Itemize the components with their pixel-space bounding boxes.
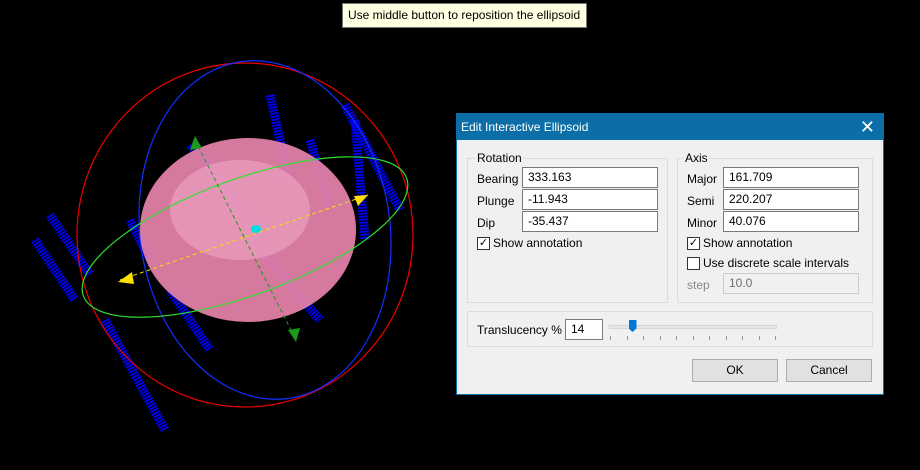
major-label: Major [687,172,718,186]
dialog-title: Edit Interactive Ellipsoid [461,120,589,134]
slider-tick [709,336,710,340]
slider-tick [643,336,644,340]
dip-input[interactable]: -35.437 [522,211,658,232]
rotation-show-annotation-label[interactable]: Show annotation [493,236,582,250]
discrete-scale-checkbox[interactable] [687,257,700,270]
cancel-button[interactable]: Cancel [786,359,872,382]
slider-tick [610,336,611,340]
drillhole-trace [31,237,79,303]
rotation-show-annotation-checkbox[interactable]: ✓ [477,237,490,250]
plunge-input[interactable]: -11.943 [522,189,658,210]
step-input: 10.0 [723,273,859,294]
ellipsoid-center-handle[interactable] [251,225,261,233]
rotation-group-label: Rotation [476,151,523,165]
slider-tick [659,336,661,340]
axis-group-label: Axis [684,151,709,165]
slider-tick [758,336,760,340]
ok-button[interactable]: OK [692,359,778,382]
slider-tick [692,336,694,340]
axis-show-annotation-checkbox[interactable]: ✓ [687,237,700,250]
ellipsoid-highlight [170,160,310,260]
slider-tick [626,336,628,340]
arrow-green-up-icon [190,136,202,150]
edit-ellipsoid-dialog: Edit Interactive Ellipsoid ✕ Rotation Be… [456,113,884,395]
tooltip: Use middle button to reposition the elli… [342,3,587,28]
axis-show-annotation-label[interactable]: Show annotation [703,236,792,250]
slider-tick [725,336,727,340]
step-label: step [687,278,710,292]
bearing-label: Bearing [477,172,519,186]
discrete-scale-label[interactable]: Use discrete scale intervals [703,256,849,270]
major-input[interactable]: 161.709 [723,167,859,188]
minor-input[interactable]: 40.076 [723,211,859,232]
drillhole-trace [101,317,169,433]
dip-label: Dip [477,216,496,230]
plunge-label: Plunge [477,194,515,208]
translucency-label: Translucency % [477,323,562,337]
semi-input[interactable]: 220.207 [723,189,859,210]
arrow-green-down-icon [288,328,300,342]
semi-label: Semi [687,194,715,208]
slider-tick [742,336,743,340]
bearing-input[interactable]: 333.163 [522,167,658,188]
translucency-input[interactable]: 14 [565,319,603,340]
minor-label: Minor [687,216,718,230]
dialog-title-bar[interactable]: Edit Interactive Ellipsoid ✕ [457,114,883,140]
slider-tick [775,336,776,340]
arrow-yellow-left-icon [118,272,134,284]
slider-tick [676,336,677,340]
close-icon[interactable]: ✕ [860,114,875,140]
